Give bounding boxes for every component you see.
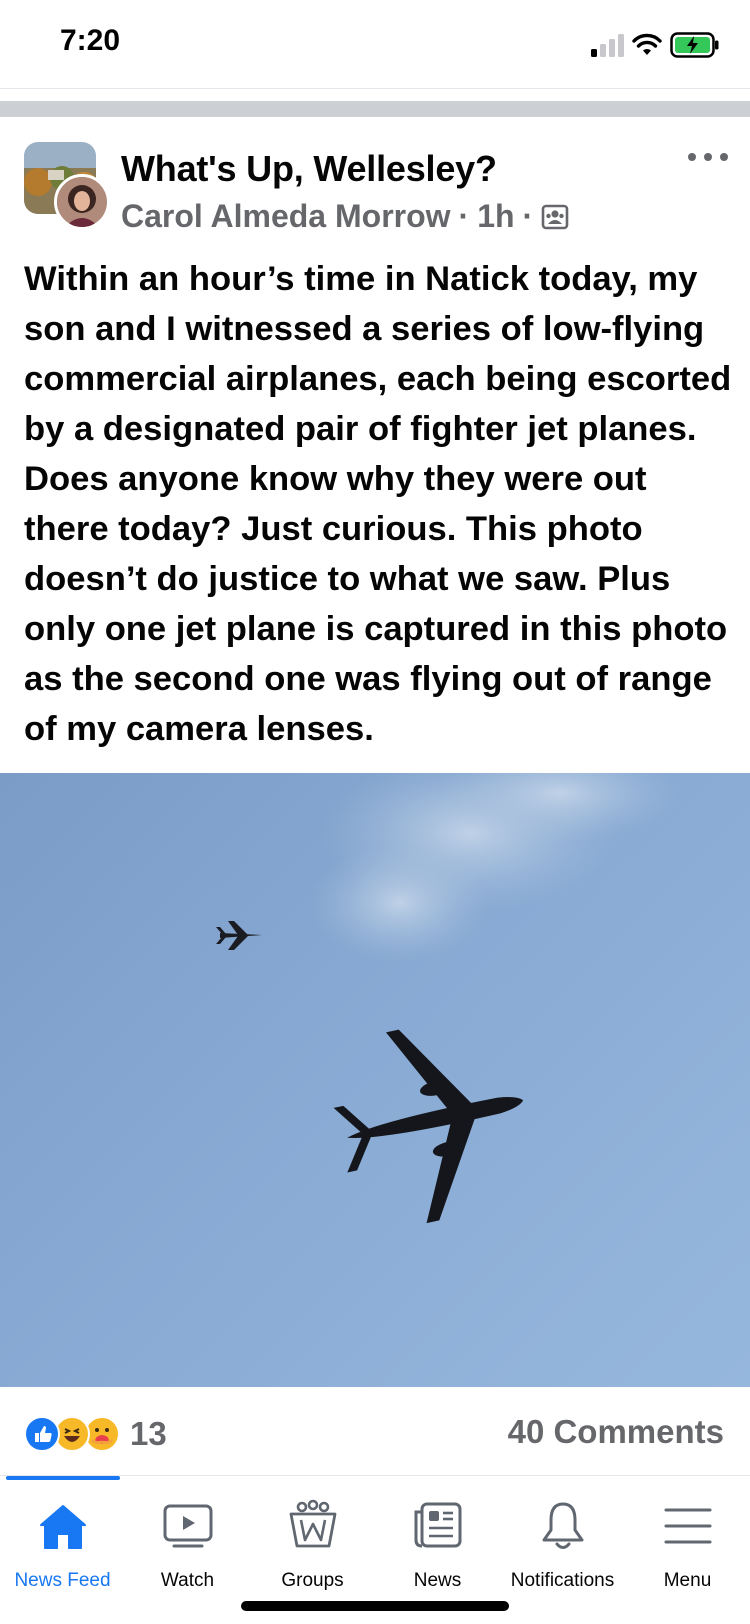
tab-news[interactable]: News: [375, 1490, 500, 1600]
tab-label: News: [413, 1570, 462, 1591]
battery-icon: [670, 32, 719, 58]
tab-label: Groups: [281, 1570, 344, 1591]
status-time: 7:20: [60, 24, 121, 57]
tab-notifications[interactable]: Notifications: [500, 1490, 625, 1600]
active-tab-indicator: [6, 1476, 120, 1480]
post-stats: 13 40 Comments: [0, 1387, 750, 1476]
post-header: What's Up, Wellesley? Carol Almeda Morro…: [0, 120, 750, 250]
status-icons: [590, 30, 720, 60]
more-options-icon[interactable]: [688, 142, 728, 172]
groups-icon: [289, 1499, 336, 1548]
meta-separator: ·: [458, 198, 470, 234]
fighter-jet: [216, 921, 262, 950]
home-icon: [39, 1505, 86, 1549]
tab-label: Notifications: [510, 1570, 615, 1591]
avatar-group[interactable]: [24, 142, 110, 230]
reactions-summary[interactable]: 13: [24, 1415, 167, 1453]
airliner: [333, 1029, 524, 1224]
post-time[interactable]: 1h: [477, 198, 514, 235]
comments-count-link[interactable]: 40 Comments: [508, 1413, 724, 1451]
menu-icon: [664, 1508, 711, 1544]
group-name-link[interactable]: What's Up, Wellesley?: [121, 148, 497, 190]
wifi-icon: [632, 33, 662, 55]
tab-label: Watch: [160, 1570, 215, 1591]
tab-watch[interactable]: Watch: [125, 1490, 250, 1600]
tab-label: News Feed: [14, 1570, 111, 1591]
tab-label: Menu: [663, 1570, 712, 1591]
tab-groups[interactable]: Groups: [250, 1490, 375, 1600]
feed-divider: [0, 101, 750, 117]
tab-menu[interactable]: Menu: [625, 1490, 750, 1600]
author-avatar[interactable]: [54, 174, 110, 230]
post-photo[interactable]: [0, 773, 750, 1387]
post-text: Within an hour’s time in Natick today, m…: [24, 260, 732, 748]
post-meta: Carol Almeda Morrow · 1h ·: [121, 198, 569, 235]
news-icon: [414, 1502, 461, 1548]
meta-separator: ·: [522, 198, 534, 234]
tab-news-feed[interactable]: News Feed: [0, 1490, 125, 1600]
reaction-count[interactable]: 13: [130, 1415, 167, 1453]
like-reaction-icon: [24, 1416, 60, 1452]
bell-icon: [542, 1502, 583, 1549]
watch-icon: [163, 1504, 212, 1548]
members-audience-icon: [541, 204, 569, 229]
signal-icon: [591, 34, 624, 57]
author-name-link[interactable]: Carol Almeda Morrow: [121, 198, 451, 235]
home-indicator[interactable]: [241, 1601, 509, 1611]
status-bar: 7:20: [0, 0, 750, 89]
